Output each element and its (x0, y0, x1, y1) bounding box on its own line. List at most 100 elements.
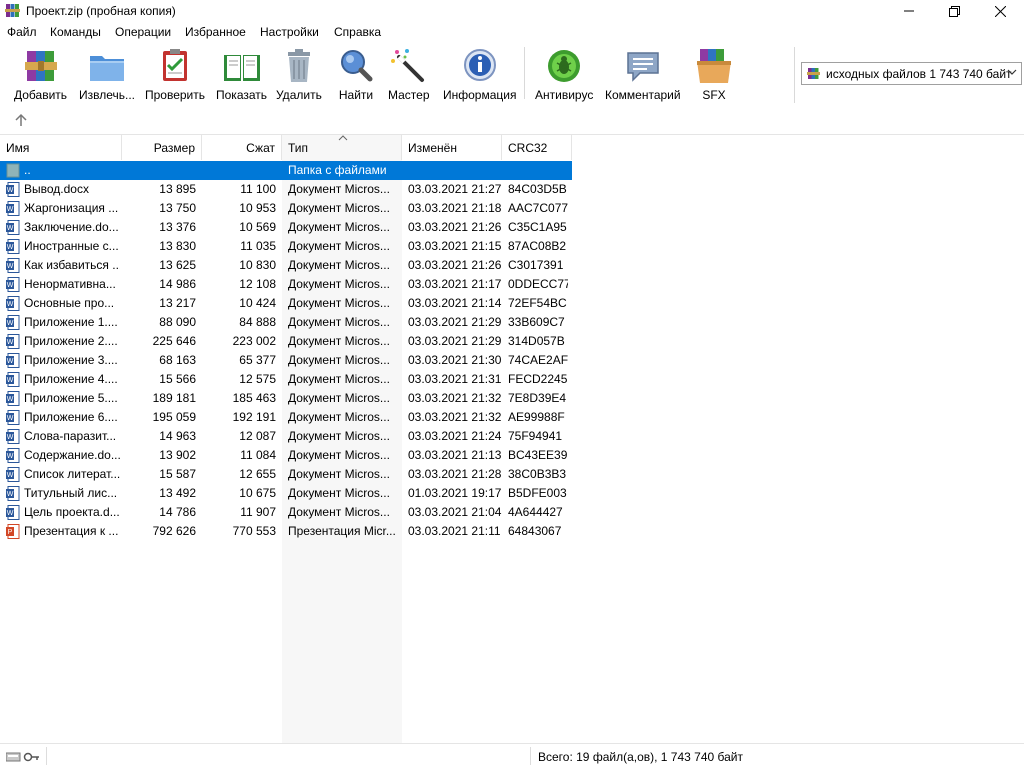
file-type: Документ Micros... (288, 239, 390, 253)
file-size: 792 626 (152, 524, 196, 538)
menu-settings[interactable]: Настройки (260, 25, 319, 39)
menu-favorites[interactable]: Избранное (185, 25, 246, 39)
info-button[interactable]: Информация (443, 47, 516, 102)
file-row[interactable]: W Слова-паразит... 14 963 12 087 Документ Mi… (0, 427, 572, 446)
file-name: Приложение 1.... (24, 315, 118, 329)
file-size: 14 963 (159, 429, 196, 443)
menu-operations[interactable]: Операции (115, 25, 171, 39)
close-icon (994, 5, 1006, 17)
file-row[interactable]: W Заключение.do... 13 376 10 569 Документ Mi… (0, 218, 572, 237)
svg-text:W: W (7, 187, 14, 194)
file-name: Слова-паразит... (24, 429, 117, 443)
menu-help[interactable]: Справка (334, 25, 381, 39)
file-modified: 03.03.2021 21:11 (408, 524, 501, 538)
word-doc-icon: W (6, 220, 20, 235)
file-type: Документ Micros... (288, 296, 390, 310)
file-name: .. (24, 163, 31, 177)
word-doc-icon: W (6, 258, 20, 273)
file-row[interactable]: W Как избавиться ... 13 625 10 830 Документ … (0, 256, 572, 275)
minimize-button[interactable] (886, 0, 932, 22)
view-button[interactable]: Показать (216, 47, 267, 102)
file-name: Вывод.docx (24, 182, 89, 196)
menu-commands[interactable]: Команды (50, 25, 101, 39)
file-crc: AE99988F (508, 410, 565, 424)
word-doc-icon: W (6, 296, 20, 311)
extract-button[interactable]: Извлечь... (79, 47, 135, 102)
wizard-button[interactable]: Мастер (388, 47, 430, 102)
menu-bar: Файл Команды Операции Избранное Настройк… (0, 22, 1024, 43)
antivirus-button[interactable]: Антивирус (535, 47, 593, 102)
add-button[interactable]: Добавить (14, 47, 67, 102)
word-doc-icon: W (6, 391, 20, 406)
file-type: Документ Micros... (288, 220, 390, 234)
file-size: 15 587 (159, 467, 196, 481)
svg-text:W: W (7, 510, 14, 517)
file-name: Приложение 3.... (24, 353, 118, 367)
toolbar-separator (794, 47, 795, 103)
comment-bubble-icon (627, 52, 659, 82)
file-row[interactable]: W Вывод.docx 13 895 11 100 Документ Micros..… (0, 180, 572, 199)
svg-text:W: W (7, 358, 14, 365)
file-size: 13 625 (159, 258, 196, 272)
comment-button[interactable]: Комментарий (605, 47, 681, 102)
file-name: Жаргонизация ... (24, 201, 119, 215)
file-crc: 87AC08B2 (508, 239, 567, 253)
file-size: 13 217 (159, 296, 196, 310)
word-doc-icon: W (6, 448, 20, 463)
file-row[interactable]: W Список литерат... 15 587 12 655 Документ M… (0, 465, 572, 484)
column-name[interactable]: Имя (0, 135, 122, 160)
file-modified: 03.03.2021 21:24 (408, 429, 502, 443)
file-packed: 10 830 (239, 258, 276, 272)
file-name: Презентация к ... (24, 524, 119, 538)
file-type: Документ Micros... (288, 334, 390, 348)
column-size[interactable]: Размер (122, 135, 202, 160)
file-crc: 75F94941 (508, 429, 563, 443)
find-button[interactable]: Найти (336, 47, 376, 102)
test-button[interactable]: Проверить (145, 47, 205, 102)
column-packed[interactable]: Сжат (202, 135, 282, 160)
menu-file[interactable]: Файл (7, 25, 37, 39)
key-icon (23, 752, 39, 762)
file-row[interactable]: W Жаргонизация ... 13 750 10 953 Документ Mi… (0, 199, 572, 218)
column-modified[interactable]: Изменён (402, 135, 502, 160)
archive-info-dropdown[interactable]: исходных файлов 1 743 740 байт (801, 62, 1022, 85)
file-name: Приложение 5.... (24, 391, 118, 405)
close-button[interactable] (977, 0, 1023, 22)
file-modified: 03.03.2021 21:26 (408, 220, 502, 234)
file-size: 68 163 (159, 353, 196, 367)
parent-folder-row[interactable]: .. Папка с файлами (0, 161, 572, 180)
file-row[interactable]: W Приложение 5.... 189 181 185 463 Документ … (0, 389, 572, 408)
file-name: Основные про... (24, 296, 115, 310)
file-name: Приложение 4.... (24, 372, 118, 386)
file-crc: 72EF54BC (508, 296, 567, 310)
file-row[interactable]: W Приложение 6.... 195 059 192 191 Документ … (0, 408, 572, 427)
file-row[interactable]: W Основные про... 13 217 10 424 Документ Mic… (0, 294, 572, 313)
file-row[interactable]: P Презентация к ... 792 626 770 553 Презента… (0, 522, 572, 541)
file-row[interactable]: W Цель проекта.d... 14 786 11 907 Документ M… (0, 503, 572, 522)
file-row[interactable]: W Приложение 1.... 88 090 84 888 Документ Mi… (0, 313, 572, 332)
file-type: Папка с файлами (288, 163, 387, 177)
word-doc-icon: W (6, 505, 20, 520)
chevron-down-icon (1007, 69, 1017, 75)
word-doc-icon: W (6, 486, 20, 501)
file-row[interactable]: W Приложение 3.... 68 163 65 377 Документ Mi… (0, 351, 572, 370)
file-row[interactable]: W Иностранные с... 13 830 11 035 Документ Mi… (0, 237, 572, 256)
file-type: Документ Micros... (288, 315, 390, 329)
magic-wand-icon (390, 49, 424, 82)
delete-button[interactable]: Удалить (276, 47, 322, 102)
file-row[interactable]: W Приложение 2.... 225 646 223 002 Документ … (0, 332, 572, 351)
file-row[interactable]: W Содержание.do... 13 902 11 084 Документ Mi… (0, 446, 572, 465)
maximize-button[interactable] (931, 0, 977, 22)
file-row[interactable]: W Ненормативна... 14 986 12 108 Документ Mic… (0, 275, 572, 294)
column-crc[interactable]: CRC32 (502, 135, 572, 160)
file-row[interactable]: W Приложение 4.... 15 566 12 575 Документ Mi… (0, 370, 572, 389)
svg-text:P: P (8, 529, 13, 536)
sfx-button[interactable]: SFX (694, 47, 734, 102)
open-book-icon (223, 55, 260, 81)
word-doc-icon: W (6, 410, 20, 425)
file-crc: 33B609C7 (508, 315, 565, 329)
up-arrow-icon[interactable] (14, 112, 28, 128)
file-packed: 10 953 (239, 201, 276, 215)
file-row[interactable]: W Титульный лис... 13 492 10 675 Документ Mi… (0, 484, 572, 503)
minimize-icon (904, 10, 914, 12)
